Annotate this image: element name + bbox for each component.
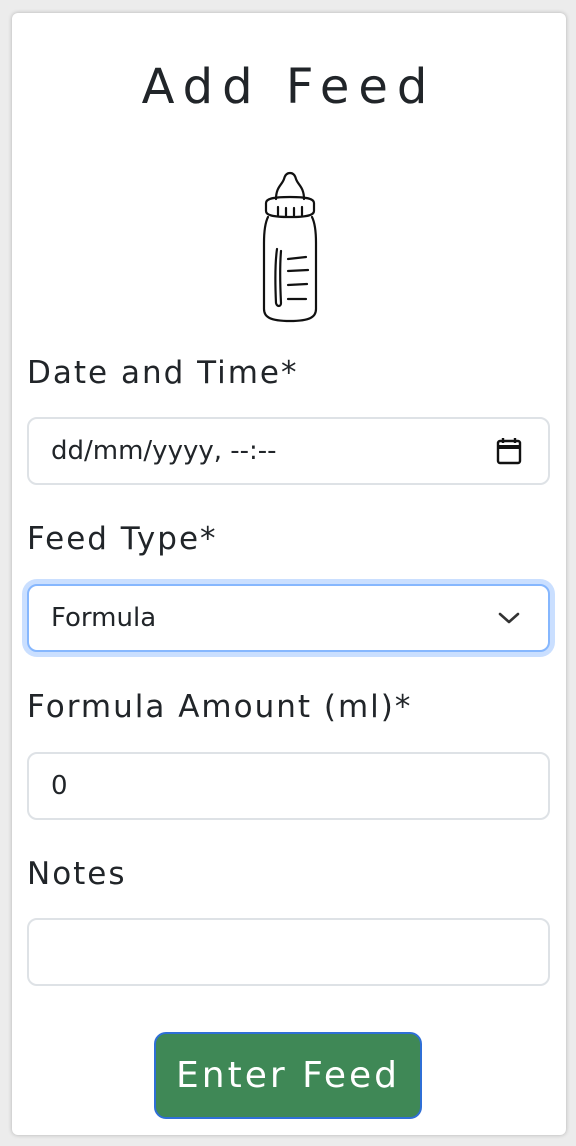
formula-amount-value: 0 [51, 771, 68, 801]
baby-bottle-icon [248, 163, 328, 323]
feed-type-select[interactable]: Formula [27, 584, 550, 652]
feed-type-label: Feed Type* [27, 521, 218, 557]
formula-amount-label: Formula Amount (ml)* [27, 689, 413, 725]
calendar-icon[interactable] [484, 431, 534, 471]
add-feed-card: Add Feed Date and Time* dd/mm/yyyy, --:-… [12, 13, 566, 1135]
notes-input[interactable] [27, 918, 550, 986]
page-title: Add Feed [141, 59, 437, 115]
date-time-input[interactable]: dd/mm/yyyy, --:-- [27, 417, 550, 485]
date-time-value: dd/mm/yyyy, --:-- [51, 436, 277, 466]
formula-amount-input[interactable]: 0 [27, 752, 550, 820]
notes-label: Notes [27, 856, 127, 892]
date-time-label: Date and Time* [27, 355, 299, 391]
chevron-down-icon [484, 598, 534, 638]
enter-feed-button[interactable]: Enter Feed [154, 1032, 422, 1119]
feed-type-selected: Formula [51, 603, 157, 633]
